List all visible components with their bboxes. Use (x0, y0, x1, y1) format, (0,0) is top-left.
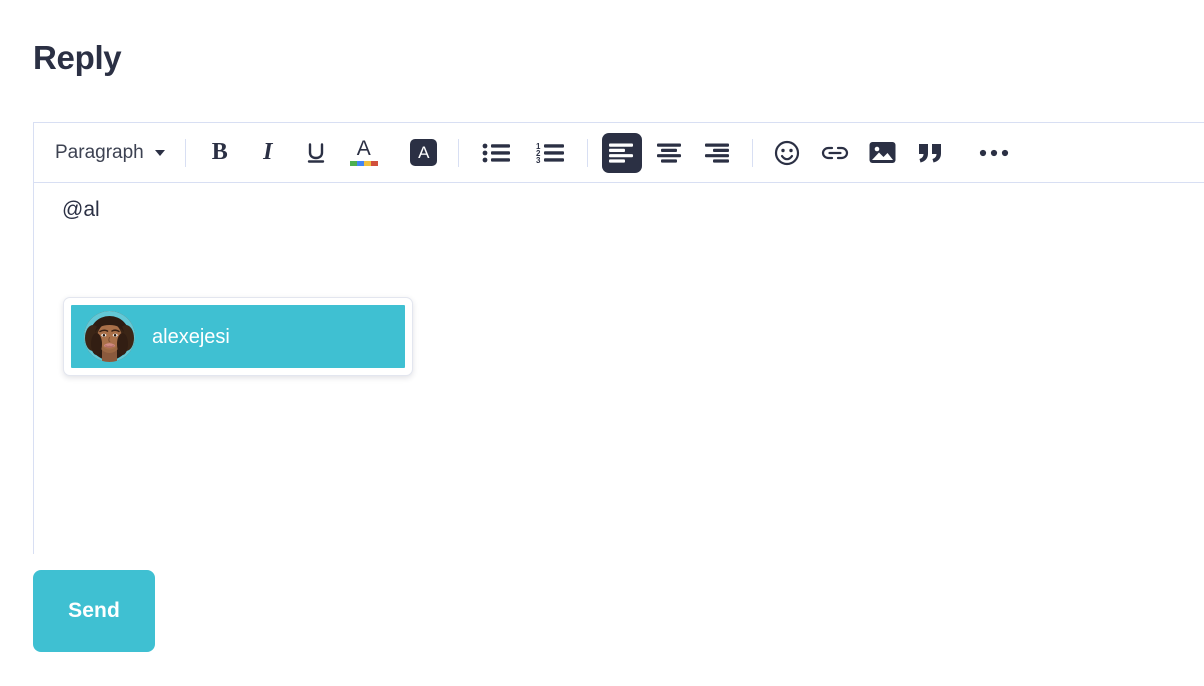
toolbar-divider-2 (457, 138, 459, 167)
toolbar-divider-4 (751, 138, 753, 167)
blockquote-button[interactable] (911, 133, 951, 173)
text-color-letter: A (356, 137, 371, 160)
align-right-button[interactable] (698, 133, 738, 173)
color-swatch-bar (349, 161, 378, 166)
block-format-label: Paragraph (55, 141, 144, 163)
text-color-icon: A (349, 137, 378, 166)
chevron-down-icon (154, 149, 165, 156)
emoji-button[interactable] (767, 133, 807, 173)
italic-button[interactable]: I (248, 133, 288, 173)
numbered-list-icon: 1 2 3 (536, 142, 564, 164)
image-icon (869, 140, 896, 165)
toolbar-divider-1 (184, 138, 186, 167)
link-icon (821, 143, 849, 163)
highlight-color-button[interactable]: A (404, 133, 444, 173)
editor-content-area[interactable]: @al alexejesi (34, 183, 1204, 554)
bullet-list-icon (482, 142, 510, 164)
align-left-button[interactable] (601, 132, 642, 173)
ellipsis-icon (979, 149, 1009, 157)
bullet-list-button[interactable] (473, 133, 519, 173)
mention-suggestion-item[interactable]: alexejesi (71, 305, 405, 368)
align-center-icon (656, 143, 683, 163)
underline-button[interactable] (296, 133, 336, 173)
bold-button[interactable]: B (200, 133, 240, 173)
quote-icon (917, 142, 945, 164)
mention-username: alexejesi (152, 325, 230, 348)
insert-link-button[interactable] (815, 133, 855, 173)
editor-typed-text: @al (62, 198, 100, 221)
rich-text-editor: Paragraph B I A A 1 2 3 @al alexejesi (33, 122, 1204, 554)
align-right-icon (704, 143, 731, 163)
more-options-button[interactable] (971, 133, 1017, 173)
numbered-list-button[interactable]: 1 2 3 (527, 133, 573, 173)
italic-icon: I (263, 139, 273, 165)
editor-toolbar: Paragraph B I A A 1 2 3 (34, 123, 1204, 183)
block-format-dropdown[interactable]: Paragraph (53, 137, 171, 169)
svg-text:3: 3 (536, 156, 541, 164)
align-left-icon (608, 143, 635, 163)
text-color-button[interactable]: A (344, 133, 384, 173)
highlight-icon: A (410, 139, 438, 166)
align-center-button[interactable] (650, 133, 690, 173)
mention-suggestion-menu: alexejesi (63, 297, 413, 376)
underline-icon (303, 140, 329, 166)
insert-image-button[interactable] (863, 133, 903, 173)
bold-icon: B (211, 139, 228, 165)
avatar (84, 311, 135, 362)
toolbar-divider-3 (586, 138, 588, 167)
send-button[interactable]: Send (33, 570, 155, 652)
emoji-icon (774, 140, 800, 166)
page-title: Reply (33, 39, 122, 76)
